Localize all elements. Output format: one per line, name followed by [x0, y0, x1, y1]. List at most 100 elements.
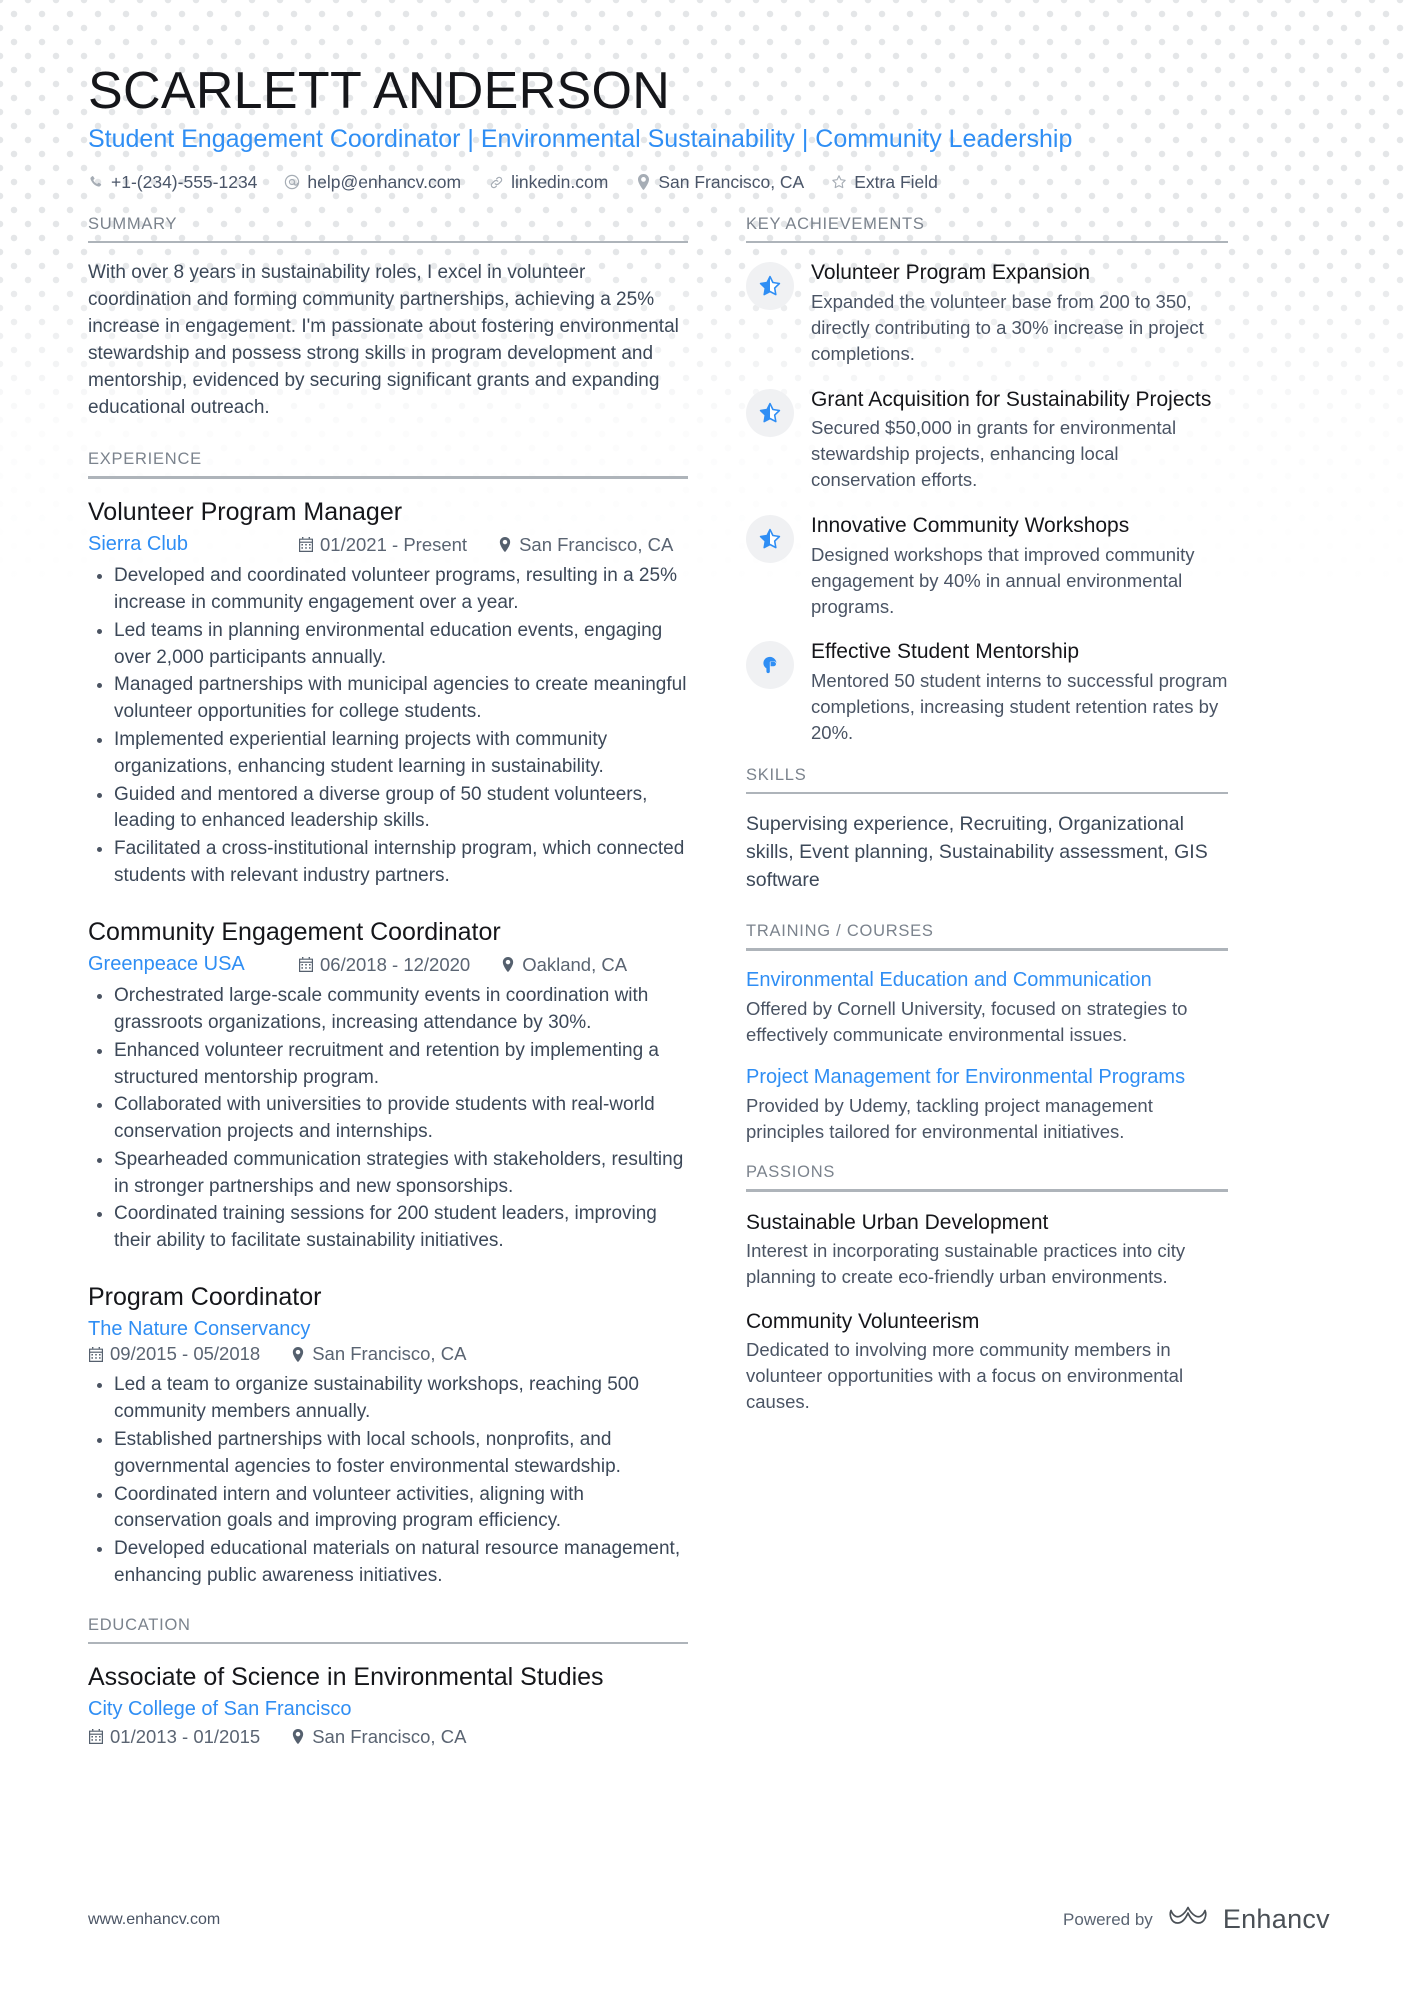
achievement-description: Expanded the volunteer base from 200 to …	[811, 291, 1204, 364]
footer-website-url[interactable]: www.enhancv.com	[88, 1911, 220, 1929]
passion-title: Community Volunteerism	[746, 1309, 980, 1333]
resume-page: SCARLETT ANDERSON Student Engagement Coo…	[0, 0, 1410, 1995]
section-divider	[88, 1641, 688, 1645]
job-location: San Francisco, CA	[290, 1343, 466, 1365]
job-bullet: Developed and coordinated volunteer prog…	[88, 563, 688, 617]
achievement-body: Volunteer Program Expansion Expanded the…	[811, 260, 1228, 366]
job-bullet: Established partnerships with local scho…	[88, 1427, 688, 1481]
job-bullet-list: Orchestrated large-scale community event…	[88, 983, 688, 1255]
job-bullet: Led a team to organize sustainability wo…	[88, 1372, 688, 1426]
section-passions: PASSIONS Sustainable Urban Development I…	[746, 1163, 1228, 1415]
enhancv-logo-icon	[1167, 1902, 1209, 1937]
location-icon	[635, 174, 651, 191]
job-bullet: Coordinated intern and volunteer activit…	[88, 1482, 688, 1536]
experience-entry: Community Engagement Coordinator Greenpe…	[88, 916, 688, 1255]
location-icon	[290, 1346, 305, 1362]
job-bullet: Managed partnerships with municipal agen…	[88, 672, 688, 726]
achievement-body: Effective Student Mentorship Mentored 50…	[811, 639, 1228, 745]
achievement-item: Effective Student Mentorship Mentored 50…	[746, 639, 1228, 745]
page-title: SCARLETT ANDERSON	[88, 62, 671, 120]
section-key-achievements: KEY ACHIEVEMENTS Volunteer Program Expan…	[746, 215, 1228, 746]
section-title-education: EDUCATION	[88, 1615, 191, 1634]
powered-by-label: Powered by	[1063, 1909, 1153, 1929]
skills-text: Supervising experience, Recruiting, Orga…	[746, 813, 1208, 891]
job-bullet: Spearheaded communication strategies wit…	[88, 1147, 688, 1201]
job-location-text: San Francisco, CA	[312, 1343, 467, 1365]
job-bullet-list: Led a team to organize sustainability wo…	[88, 1372, 688, 1589]
section-title-skills: SKILLS	[746, 765, 807, 784]
calendar-icon	[298, 537, 313, 553]
achievement-title: Grant Acquisition for Sustainability Pro…	[811, 387, 1212, 411]
education-degree: Associate of Science in Environmental St…	[88, 1663, 604, 1692]
calendar-icon	[298, 957, 313, 973]
achievement-body: Innovative Community Workshops Designed …	[811, 513, 1228, 619]
achievement-description: Mentored 50 student interns to successfu…	[811, 670, 1228, 743]
contact-extra-field-text: Extra Field	[854, 171, 938, 192]
page-footer: www.enhancv.com Powered by Enhancv	[88, 1902, 1330, 1937]
job-dates: 09/2015 - 05/2018	[88, 1343, 260, 1365]
contact-extra-field: Extra Field	[831, 172, 938, 193]
footer-brand: Powered by Enhancv	[1063, 1902, 1330, 1937]
passion-title: Sustainable Urban Development	[746, 1210, 1049, 1234]
course-description: Provided by Udemy, tackling project mana…	[746, 1095, 1153, 1143]
job-bullet: Collaborated with universities to provid…	[88, 1092, 688, 1146]
course-item: Environmental Education and Communicatio…	[746, 968, 1228, 1048]
section-divider	[88, 240, 688, 244]
section-title-key-achievements: KEY ACHIEVEMENTS	[746, 214, 925, 233]
job-dates-text: 09/2015 - 05/2018	[110, 1343, 261, 1365]
job-bullet: Facilitated a cross-institutional intern…	[88, 836, 688, 890]
right-column: KEY ACHIEVEMENTS Volunteer Program Expan…	[746, 215, 1228, 1433]
star-icon	[831, 174, 847, 190]
job-company[interactable]: The Nature Conservancy	[88, 1318, 688, 1341]
job-bullet: Guided and mentored a diverse group of 5…	[88, 782, 688, 836]
section-divider	[746, 1189, 1228, 1192]
section-experience: EXPERIENCE Volunteer Program Manager Sie…	[88, 450, 688, 1589]
job-company[interactable]: Greenpeace USA	[88, 953, 298, 976]
course-title[interactable]: Project Management for Environmental Pro…	[746, 1065, 1228, 1091]
section-summary: SUMMARY With over 8 years in sustainabil…	[88, 215, 688, 422]
star-badge-icon	[746, 388, 794, 437]
passion-item: Community Volunteerism Dedicated to invo…	[746, 1308, 1228, 1415]
job-title: Volunteer Program Manager	[88, 497, 403, 526]
job-meta-row: 09/2015 - 05/2018 San Francisco, CA	[88, 1343, 688, 1365]
job-meta-row: Greenpeace USA 06/2018 - 12/2020 Oakland…	[88, 953, 688, 976]
job-dates: 01/2021 - Present	[298, 534, 467, 556]
mentorship-badge-icon	[746, 641, 794, 690]
contact-email[interactable]: help@enhancv.com	[284, 172, 461, 193]
job-location-text: Oakland, CA	[522, 953, 628, 975]
achievement-description: Designed workshops that improved communi…	[811, 543, 1195, 617]
education-location: San Francisco, CA	[290, 1726, 466, 1748]
contact-link[interactable]: linkedin.com	[488, 172, 608, 193]
achievement-title: Volunteer Program Expansion	[811, 261, 1090, 285]
passion-item: Sustainable Urban Development Interest i…	[746, 1209, 1228, 1290]
location-icon	[290, 1729, 305, 1745]
star-badge-icon	[746, 515, 794, 564]
passion-description: Interest in incorporating sustainable pr…	[746, 1239, 1186, 1287]
professional-headline: Student Engagement Coordinator | Environ…	[88, 125, 1073, 154]
achievement-description: Secured $50,000 in grants for environmen…	[811, 417, 1177, 491]
enhancv-wordmark: Enhancv	[1222, 1904, 1330, 1934]
achievement-item: Volunteer Program Expansion Expanded the…	[746, 260, 1228, 366]
section-title-training-courses: TRAINING / COURSES	[746, 922, 934, 941]
job-location-text: San Francisco, CA	[519, 533, 674, 555]
section-education: EDUCATION Associate of Science in Enviro…	[88, 1616, 688, 1748]
course-title[interactable]: Environmental Education and Communicatio…	[746, 968, 1228, 994]
contact-phone[interactable]: +1-(234)-555-1234	[88, 172, 257, 193]
job-dates-text: 01/2021 - Present	[320, 533, 468, 555]
achievement-body: Grant Acquisition for Sustainability Pro…	[811, 387, 1228, 493]
section-title-passions: PASSIONS	[746, 1163, 836, 1182]
education-entry: Associate of Science in Environmental St…	[88, 1661, 688, 1748]
location-icon	[497, 537, 512, 553]
contact-location-text: San Francisco, CA	[658, 171, 805, 192]
section-divider	[746, 948, 1228, 951]
section-divider	[746, 791, 1228, 795]
contact-email-text: help@enhancv.com	[307, 171, 462, 192]
course-description: Offered by Cornell University, focused o…	[746, 997, 1188, 1045]
education-school[interactable]: City College of San Francisco	[88, 1698, 688, 1721]
course-item: Project Management for Environmental Pro…	[746, 1065, 1228, 1145]
experience-entry: Volunteer Program Manager Sierra Club 01…	[88, 496, 688, 890]
job-title: Program Coordinator	[88, 1282, 322, 1311]
job-bullet: Implemented experiential learning projec…	[88, 727, 688, 781]
section-title-summary: SUMMARY	[88, 214, 178, 233]
job-company[interactable]: Sierra Club	[88, 533, 298, 556]
